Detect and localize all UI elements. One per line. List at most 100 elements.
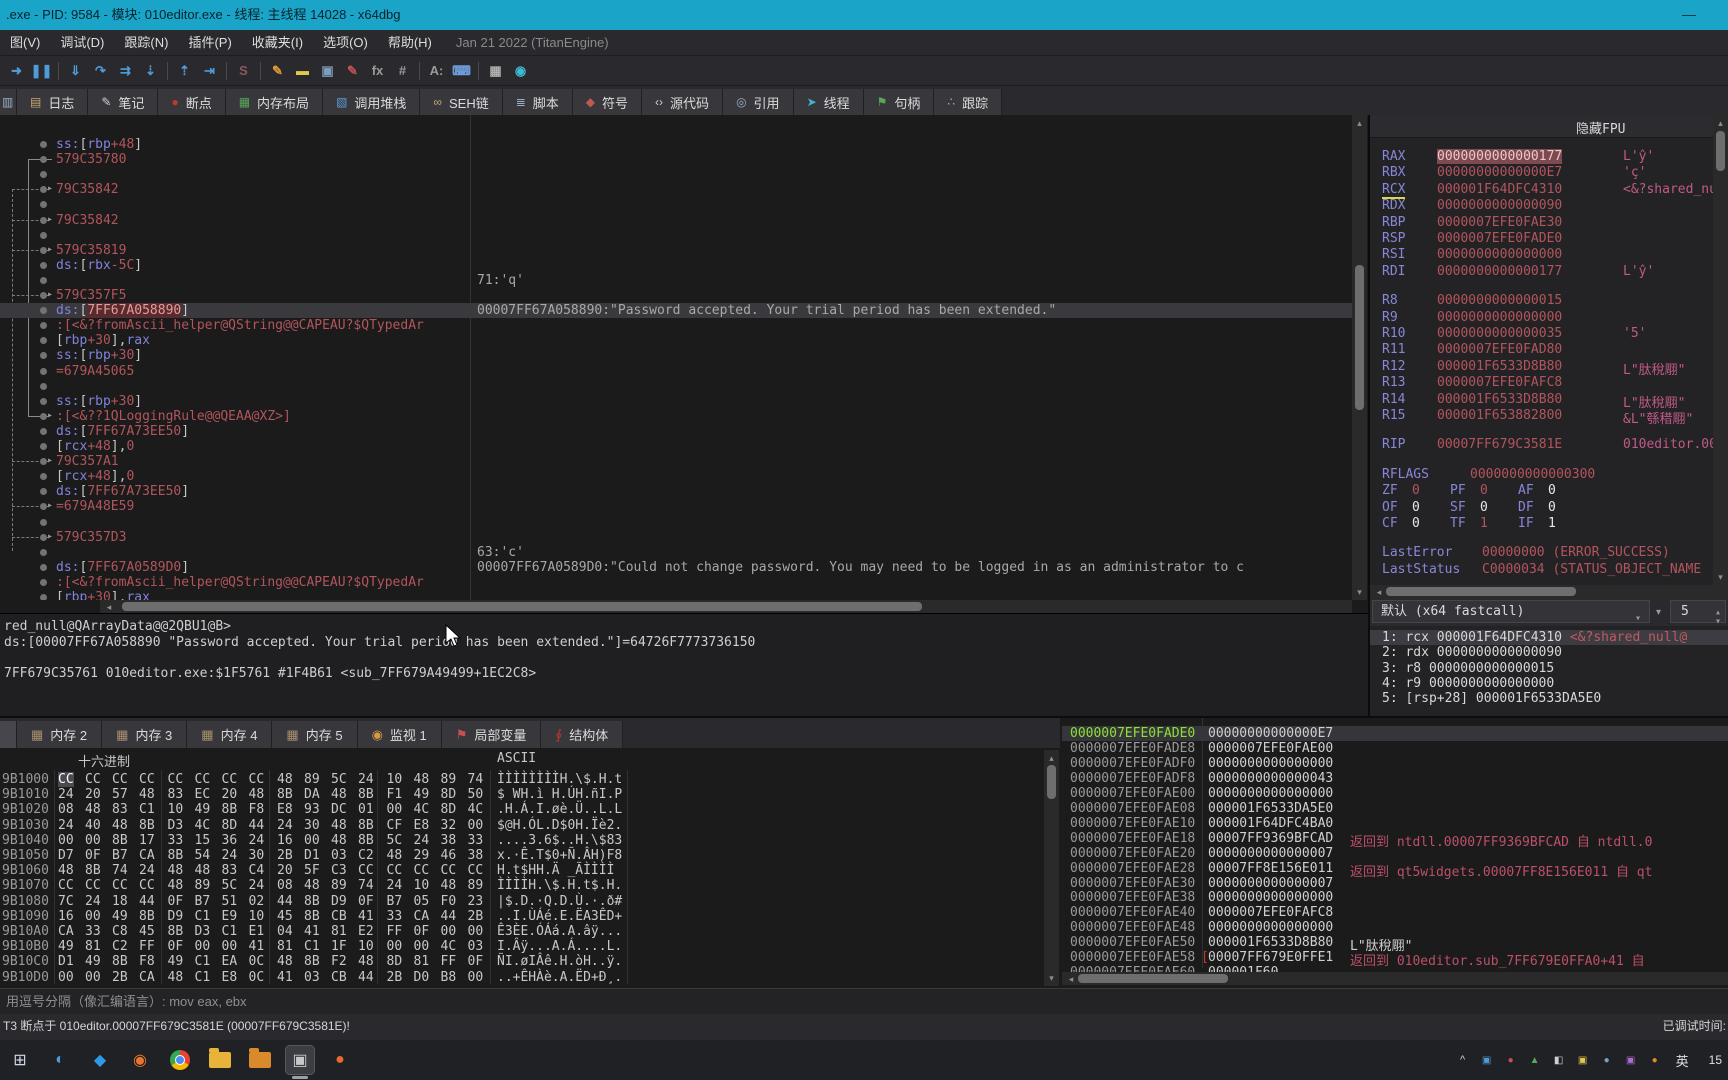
dump-byte[interactable]: 51: [222, 894, 238, 909]
tray-icon-6[interactable]: ●: [1598, 1051, 1616, 1069]
breakpoint-dot[interactable]: [40, 141, 47, 148]
dump-byte[interactable]: 20: [85, 787, 101, 802]
dump-byte[interactable]: 41: [277, 970, 293, 985]
dump-row[interactable]: 9B1000 CC CC CC CC CC CC CC CC 48 89 5C 24 10 48 89 74 ÌÌ…: [0, 772, 1042, 787]
tab-threads[interactable]: ➤ 线程: [793, 89, 864, 115]
register-row[interactable]: RSP 0000007EFE0FADE0: [1370, 231, 1728, 247]
dump-byte[interactable]: 00: [468, 924, 484, 939]
dump-byte[interactable]: 5C: [222, 878, 238, 893]
dump-byte[interactable]: 38: [468, 848, 484, 863]
disasm-row[interactable]: [0, 515, 1352, 530]
dump-byte[interactable]: CA: [139, 970, 155, 985]
disasm-row[interactable]: 71:'q': [0, 273, 1352, 288]
breakpoint-dot[interactable]: [40, 186, 47, 194]
dump-byte[interactable]: CC: [195, 772, 211, 787]
dump-byte[interactable]: 8B: [277, 787, 293, 802]
calling-convention-select[interactable]: 默认 (x64 fastcall) ▾: [1372, 600, 1650, 624]
dump-byte[interactable]: 20: [277, 863, 293, 878]
stack-row[interactable]: 0000007EFE0FAE30 0000000000000007: [1062, 876, 1728, 891]
dump-byte[interactable]: 89: [195, 878, 211, 893]
breakpoint-dot[interactable]: [40, 261, 47, 269]
dump-row[interactable]: 9B1010 24 20 57 48 83 EC 20 48 8B DA 48 8B F1 49 8D 50 $ …: [0, 787, 1042, 802]
tab-trace[interactable]: ∴ 跟踪: [934, 89, 1003, 115]
breakpoint-dot[interactable]: [40, 397, 47, 405]
dump-byte[interactable]: 2B: [387, 970, 403, 985]
dump-byte[interactable]: 48: [414, 772, 430, 787]
dump-byte[interactable]: 02: [249, 894, 265, 909]
dump-byte[interactable]: E8: [277, 802, 293, 817]
breakpoint-pen-icon[interactable]: ✎: [340, 59, 365, 83]
disasm-row[interactable]: ds:[7FF67A73EE50]: [0, 484, 1352, 499]
dump-byte[interactable]: EC: [195, 787, 211, 802]
dump-byte[interactable]: D3: [168, 818, 184, 833]
chrome-app[interactable]: [160, 1040, 200, 1080]
dump-byte[interactable]: 24: [58, 787, 74, 802]
dump-byte[interactable]: 8B: [358, 787, 374, 802]
dump-byte[interactable]: E2: [358, 924, 374, 939]
dump-byte[interactable]: 48: [168, 970, 184, 985]
dump-byte[interactable]: DA: [304, 787, 320, 802]
register-row[interactable]: R11 0000007EFE0FAD80: [1370, 342, 1728, 358]
dump-byte[interactable]: F8: [139, 954, 155, 969]
breakpoint-dot[interactable]: [40, 322, 47, 330]
task-view-button[interactable]: ◐: [40, 1040, 80, 1080]
breakpoint-dot[interactable]: [40, 276, 47, 284]
dump-row[interactable]: 9B10D0 00 00 2B CA 48 C1 E8 0C 41 03 CB 44 2B D0 B8 00..…: [0, 970, 1042, 985]
hide-fpu-button[interactable]: 隐藏FPU: [1576, 118, 1625, 137]
rflags-row[interactable]: RFLAGS 0000000000000300: [1370, 467, 1728, 483]
dump-byte[interactable]: 0F: [358, 894, 374, 909]
breakpoint-dot[interactable]: [40, 458, 47, 466]
dump-byte[interactable]: 74: [112, 863, 128, 878]
dump-byte[interactable]: D1: [58, 954, 74, 969]
stack-row[interactable]: 0000007EFE0FAE08 000001F6533DA5E0: [1062, 801, 1728, 816]
dump-byte[interactable]: B7: [112, 848, 128, 863]
dump-row[interactable]: 9B1090 16 00 49 8B D9 C1 E9 10 45 8B CB 41 33 CA 44 2B..…: [0, 909, 1042, 924]
breakpoint-dot[interactable]: [40, 231, 47, 239]
breakpoint-dot[interactable]: [40, 578, 47, 586]
stack-row[interactable]: 0000007EFE0FADF8 0000000000000043: [1062, 771, 1728, 786]
menu-item[interactable]: 跟踪(N): [114, 30, 178, 56]
disassembly-pane[interactable]: ▸ ▸ ▸ ▸ ▸ ▸ ▸ ▸ ss:[rbp+48] 579C35780 79C35842 79…: [0, 115, 1352, 600]
disasm-row[interactable]: 579C35780: [0, 152, 1352, 167]
dump-byte[interactable]: 49: [414, 787, 430, 802]
disasm-row[interactable]: 79C357A1: [0, 454, 1352, 469]
breakpoint-dot[interactable]: [40, 171, 47, 179]
strings-icon[interactable]: A:: [424, 59, 449, 83]
compass-icon[interactable]: ◉: [508, 59, 533, 83]
dump-byte[interactable]: 74: [468, 772, 484, 787]
dump-byte[interactable]: 48: [112, 818, 128, 833]
dump-byte[interactable]: C1: [195, 954, 211, 969]
stack-row[interactable]: 0000007EFE0FAE18 00007FF9369BFCAD 返回到 ntdl…: [1062, 831, 1728, 850]
tray-icon-1[interactable]: ▣: [1478, 1051, 1496, 1069]
dump-byte[interactable]: 8B: [222, 802, 238, 817]
disasm-row[interactable]: [rbp+30],rax: [0, 333, 1352, 348]
breakpoint-dot[interactable]: [40, 337, 47, 345]
dump-byte[interactable]: CC: [249, 772, 265, 787]
tab-watch-1[interactable]: ◉ 监视 1: [357, 721, 442, 748]
register-row[interactable]: R8 0000000000000015: [1370, 293, 1728, 309]
dump-byte[interactable]: 00: [58, 970, 74, 985]
dump-byte[interactable]: FF: [139, 939, 155, 954]
dump-byte[interactable]: 44: [249, 818, 265, 833]
dump-byte[interactable]: 45: [277, 909, 293, 924]
dump-byte[interactable]: 49: [168, 954, 184, 969]
dump-byte[interactable]: 8B: [358, 833, 374, 848]
tray-icon-7[interactable]: ▣: [1622, 1051, 1640, 1069]
tab-clipped[interactable]: ▥: [0, 89, 17, 115]
dump-byte[interactable]: 4C: [441, 939, 457, 954]
dump-byte[interactable]: CA: [139, 848, 155, 863]
dump-byte[interactable]: CC: [387, 863, 403, 878]
dump-byte[interactable]: E8: [414, 818, 430, 833]
run-to-return-icon[interactable]: ⇡: [172, 59, 197, 83]
tab-dump-4[interactable]: ▦ 内存 4: [187, 721, 273, 748]
dump-byte[interactable]: 48: [358, 954, 374, 969]
dump-byte[interactable]: 24: [277, 818, 293, 833]
breakpoint-dot[interactable]: [40, 156, 47, 164]
register-row[interactable]: R10 0000000000000035 '5': [1370, 326, 1728, 342]
dump-byte[interactable]: 33: [85, 924, 101, 939]
tab-references[interactable]: ◎ 引用: [723, 89, 794, 115]
disasm-row[interactable]: 63:'c': [0, 545, 1352, 560]
stack-row[interactable]: 0000007EFE0FADF0 0000000000000000: [1062, 756, 1728, 771]
stack-row[interactable]: 0000007EFE0FAE40 0000007EFE0FAFC8: [1062, 905, 1728, 920]
vscode-app[interactable]: ◆: [80, 1040, 120, 1080]
